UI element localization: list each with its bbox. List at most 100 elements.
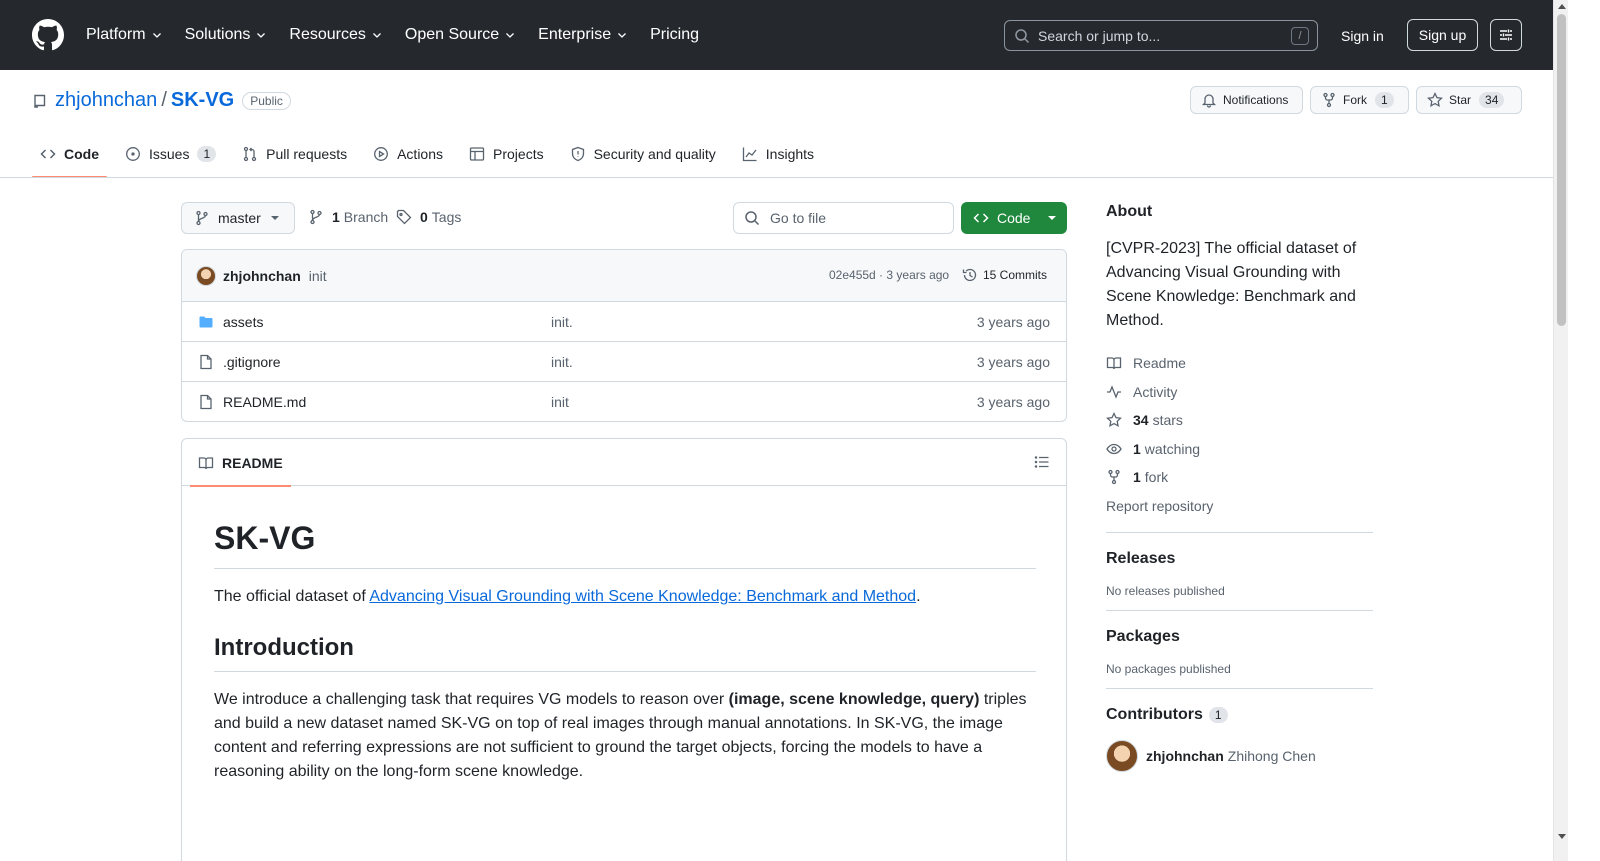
activity-label: Activity [1133,383,1178,400]
star-count: 34 [1479,92,1505,108]
about-title: About [1106,203,1153,220]
repo-owner-link[interactable]: zhjohnchan [55,89,157,112]
file-name[interactable]: .gitignore [223,354,281,370]
chevron-down-icon [257,33,266,38]
commits-label: 15 Commits [983,268,1048,282]
tab-issues[interactable]: Issues 1 [117,140,224,178]
file-icon [200,394,212,410]
table-icon [469,147,485,161]
forks-link[interactable]: 1 fork [1106,463,1373,492]
page-scrollbar[interactable] [1553,0,1568,861]
caret-down-icon [270,216,279,220]
readme-tab-label: README [222,454,283,471]
branch-selector[interactable]: master [181,202,295,234]
table-row[interactable]: .gitignore init. 3 years ago [182,342,1066,382]
go-to-file-input[interactable]: Go to file [733,202,954,234]
table-row[interactable]: assets init. 3 years ago [182,302,1066,342]
fork-label: Fork [1343,93,1367,107]
nav-platform[interactable]: Platform [86,22,163,48]
fork-count: 1 [1375,92,1394,108]
file-commit-message[interactable]: init [551,394,569,410]
tab-insights[interactable]: Insights [734,140,822,178]
commits-link[interactable]: 15 Commits [962,267,1047,283]
readme-link[interactable]: Readme [1106,349,1373,378]
tab-pull-requests[interactable]: Pull requests [234,140,355,178]
para-text: We introduce a challenging task that req… [214,691,729,708]
commit-hash-time[interactable]: 02e455d · 3 years ago [829,268,949,282]
tab-label: Code [64,146,99,162]
file-name[interactable]: assets [223,314,263,330]
nav-pricing[interactable]: Pricing [650,22,699,48]
file-commit-message[interactable]: init. [551,354,573,370]
branch-icon [196,210,208,226]
file-name[interactable]: README.md [223,394,306,410]
sign-in-link[interactable]: Sign in [1333,20,1392,51]
scroll-down-arrow-icon[interactable] [1558,834,1566,839]
tab-projects[interactable]: Projects [461,140,552,178]
scroll-up-arrow-icon[interactable] [1558,4,1566,9]
tab-label: Security and quality [593,146,716,162]
github-logo-icon[interactable] [32,19,64,51]
pull-request-icon [244,146,257,162]
sidebar-divider [1106,610,1373,611]
fork-icon [1108,470,1120,485]
chevron-down-icon [618,33,627,38]
nav-label: Enterprise [538,26,612,43]
commit-message[interactable]: init [309,268,327,284]
tab-code[interactable]: Code [32,140,107,178]
readme-title: SK-VG [214,518,1036,569]
visibility-badge: Public [242,91,291,110]
nav-solutions[interactable]: Solutions [185,22,268,48]
activity-link[interactable]: Activity [1106,378,1373,407]
file-commit-message[interactable]: init. [551,314,573,330]
tags-link[interactable]: 0 Tags [396,209,461,225]
report-repository-link[interactable]: Report repository [1106,492,1373,521]
nav-enterprise[interactable]: Enterprise [538,22,628,48]
search-input[interactable]: Search or jump to... / [1004,20,1318,51]
introduction-heading: Introduction [214,633,1036,672]
tab-label: Issues [149,146,190,162]
contributor-item[interactable]: zhjohnchan Zhihong Chen [1106,740,1373,772]
sliders-icon [1500,29,1512,41]
avatar[interactable] [1106,740,1138,772]
readme-link-label: Readme [1133,355,1186,372]
paper-link[interactable]: Advancing Visual Grounding with Scene Kn… [369,588,916,605]
notifications-label: Notifications [1223,93,1289,107]
contributors-title[interactable]: Contributors [1106,706,1203,724]
star-button[interactable]: Star 34 [1416,86,1522,114]
tab-actions[interactable]: Actions [365,140,451,178]
avatar[interactable] [196,265,216,286]
branches-link[interactable]: 1 Branch [308,209,388,225]
nav-label: Platform [86,26,146,43]
branches-count: 1 [332,209,340,225]
fork-button[interactable]: Fork 1 [1310,86,1409,114]
stars-link[interactable]: 34 stars [1106,406,1373,435]
readme-tab[interactable]: README [190,439,291,487]
table-row[interactable]: README.md init 3 years ago [182,382,1066,421]
nav-label: Pricing [650,26,699,43]
nav-open-source[interactable]: Open Source [405,22,516,48]
list-icon[interactable] [1034,454,1050,470]
commit-author[interactable]: zhjohnchan [223,268,301,284]
nav-divider [0,177,1553,178]
nav-label: Resources [289,26,366,43]
file-table: zhjohnchan init 02e455d · 3 years ago 15… [181,249,1067,422]
branch-icon [310,209,322,225]
scrollbar-thumb[interactable] [1557,14,1566,326]
eye-icon [1106,443,1122,454]
code-dropdown-button[interactable]: Code [961,202,1067,234]
repo-name-link[interactable]: SK-VG [171,89,234,112]
notifications-button[interactable]: Notifications [1190,86,1303,114]
tab-security[interactable]: Security and quality [562,140,724,178]
nav-resources[interactable]: Resources [289,22,382,48]
tags-count: 0 [420,209,428,225]
history-icon [962,268,977,282]
releases-title[interactable]: Releases [1106,550,1373,568]
contributor-login[interactable]: zhjohnchan [1146,748,1224,764]
watching-link[interactable]: 1 watching [1106,435,1373,464]
menu-button[interactable] [1490,19,1522,51]
latest-commit-row: zhjohnchan init 02e455d · 3 years ago 15… [182,250,1066,302]
code-button-label: Code [997,210,1031,226]
sign-up-button[interactable]: Sign up [1407,19,1478,51]
packages-title[interactable]: Packages [1106,628,1373,646]
